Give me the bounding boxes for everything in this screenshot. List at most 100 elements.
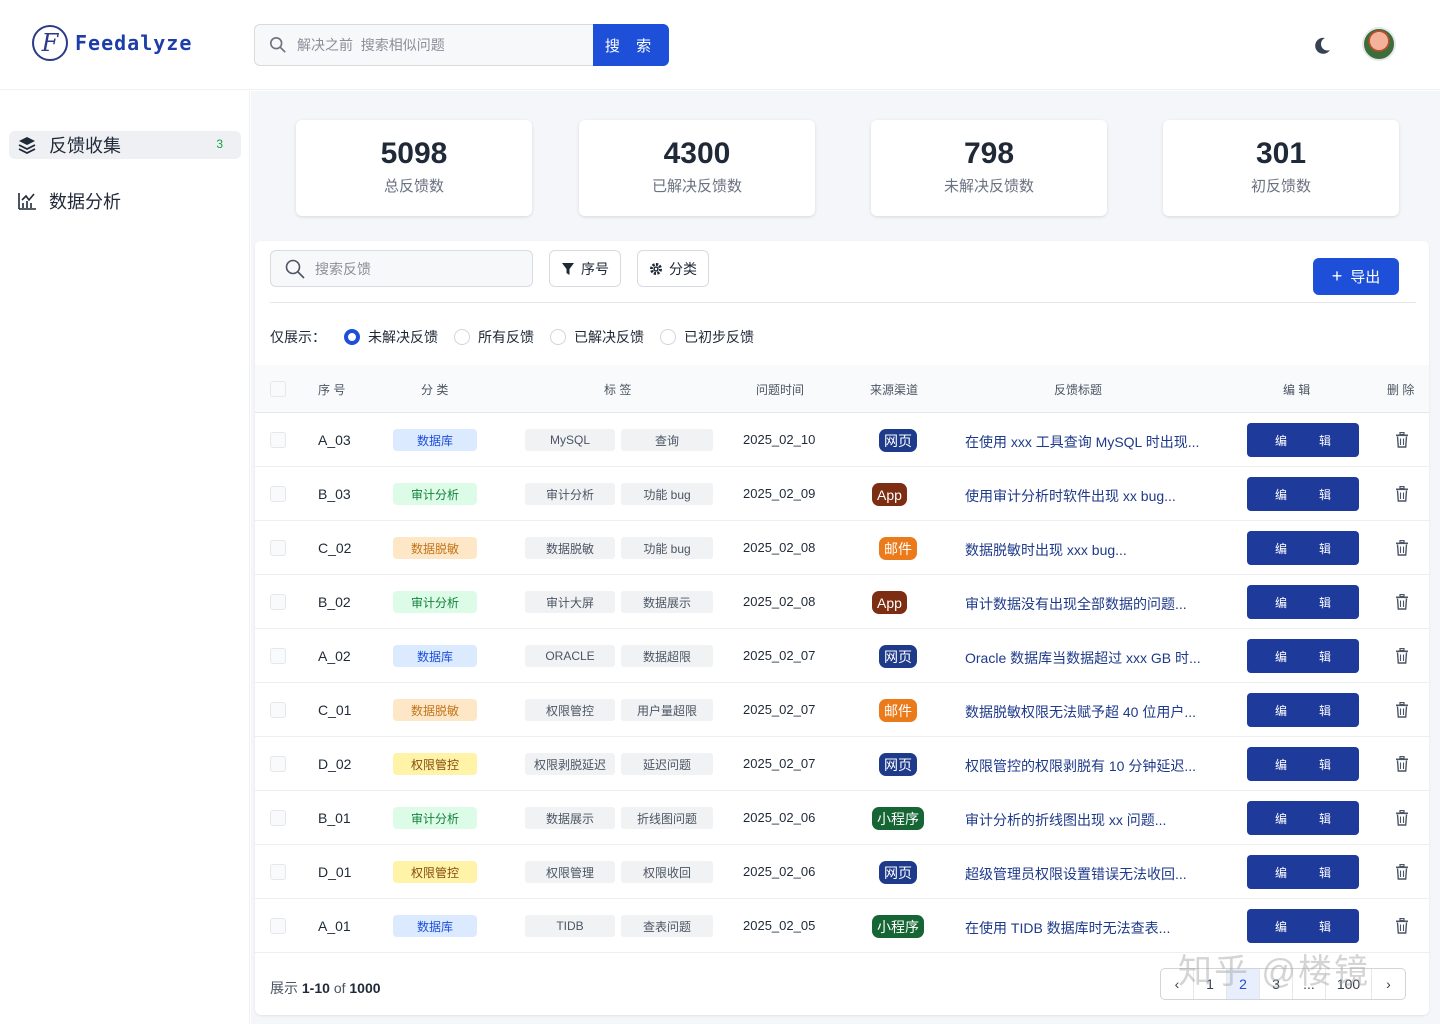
edit-button[interactable]: 编辑 (1247, 639, 1359, 673)
row-checkbox[interactable] (270, 918, 286, 934)
edit-button[interactable]: 编辑 (1247, 477, 1359, 511)
page-button[interactable]: 3 (1260, 969, 1293, 999)
app-name: Feedalyze (75, 31, 193, 55)
row-title[interactable]: 审计分析的折线图出现 xx 问题... (965, 810, 1215, 830)
moon-icon[interactable] (1312, 36, 1332, 56)
tag-chip: 权限收回 (621, 861, 713, 883)
row-title[interactable]: 权限管控的权限剥脱有 10 分钟延迟... (965, 756, 1215, 776)
trash-icon[interactable] (1395, 540, 1409, 556)
row-title[interactable]: 数据脱敏时出现 xxx bug... (965, 540, 1215, 560)
radio-resolved[interactable]: 已解决反馈 (550, 327, 644, 347)
row-checkbox[interactable] (270, 540, 286, 556)
feedback-search-input[interactable] (315, 260, 515, 277)
row-code: B_03 (318, 486, 351, 502)
radio-label: 所有反馈 (478, 329, 534, 345)
trash-icon[interactable] (1395, 702, 1409, 718)
table-row: C_02 数据脱敏 数据脱敏 功能 bug 2025_02_08 邮件 数据脱敏时出现 xx… (255, 521, 1429, 575)
global-search-input[interactable] (297, 37, 577, 53)
app-header: F Feedalyze 搜 索 (0, 0, 1440, 90)
row-title[interactable]: 使用审计分析时软件出现 xx bug... (965, 486, 1215, 506)
radio-all[interactable]: 所有反馈 (454, 327, 534, 347)
edit-button[interactable]: 编辑 (1247, 531, 1359, 565)
row-title[interactable]: 在使用 TIDB 数据库时无法查表... (965, 918, 1215, 938)
edit-button[interactable]: 编辑 (1247, 909, 1359, 943)
trash-icon[interactable] (1395, 918, 1409, 934)
edit-button[interactable]: 编辑 (1247, 801, 1359, 835)
chart-icon (17, 191, 37, 211)
row-title[interactable]: Oracle 数据库当数据超过 xxx GB 时... (965, 648, 1215, 668)
edit-button[interactable]: 编辑 (1247, 585, 1359, 619)
sidebar-item-feedback[interactable]: 反馈收集 3 (9, 131, 241, 159)
trash-icon[interactable] (1395, 486, 1409, 502)
edit-label: 编 (1274, 595, 1287, 610)
stat-value: 5098 (380, 137, 448, 170)
source-badge: 小程序 (872, 807, 924, 830)
row-checkbox[interactable] (270, 594, 286, 610)
sidebar-item-analysis[interactable]: 数据分析 (9, 187, 241, 215)
category-badge: 权限管控 (393, 753, 477, 775)
radio-label: 未解决反馈 (368, 329, 438, 345)
category-badge: 数据脱敏 (393, 699, 477, 721)
next-page-button[interactable]: › (1372, 969, 1405, 999)
row-checkbox[interactable] (270, 864, 286, 880)
row-checkbox[interactable] (270, 810, 286, 826)
edit-button[interactable]: 编辑 (1247, 747, 1359, 781)
trash-icon[interactable] (1395, 432, 1409, 448)
plus-icon: + (1331, 266, 1343, 286)
header-date: 问题时间 (756, 383, 805, 397)
page-button[interactable]: 100 (1326, 969, 1372, 999)
sort-label: 序号 (581, 260, 609, 277)
summary-of: of (333, 980, 346, 996)
row-checkbox[interactable] (270, 756, 286, 772)
radio-initial[interactable]: 已初步反馈 (660, 327, 754, 347)
edit-button[interactable]: 编辑 (1247, 855, 1359, 889)
trash-icon[interactable] (1395, 594, 1409, 610)
edit-label: 辑 (1318, 919, 1331, 934)
edit-button[interactable]: 编辑 (1247, 423, 1359, 457)
category-button[interactable]: 分类 (637, 250, 709, 287)
row-date: 2025_02_05 (743, 918, 816, 933)
status-filter: 仅展示： 未解决反馈 所有反馈 已解决反馈 已初步反馈 (270, 327, 754, 347)
row-code: D_02 (318, 756, 352, 772)
table-row: A_02 数据库 ORACLE 数据超限 2025_02_07 网页 Oracle 数据库当… (255, 629, 1429, 683)
source-badge: 网页 (879, 753, 917, 776)
stat-value: 4300 (663, 137, 731, 170)
radio-unresolved[interactable]: 未解决反馈 (344, 327, 438, 347)
edit-label: 辑 (1318, 649, 1331, 664)
stat-card-resolved: 4300 已解决反馈数 (579, 120, 815, 216)
select-all-checkbox[interactable] (270, 381, 286, 397)
trash-icon[interactable] (1395, 810, 1409, 826)
trash-icon[interactable] (1395, 864, 1409, 880)
export-button[interactable]: + 导出 (1313, 258, 1399, 295)
sort-button[interactable]: 序号 (549, 250, 621, 287)
trash-icon[interactable] (1395, 648, 1409, 664)
row-title[interactable]: 在使用 xxx 工具查询 MySQL 时出现... (965, 432, 1215, 452)
header-category: 分 类 (421, 383, 449, 397)
tag-chip: 查询 (621, 429, 713, 451)
header-title: 反馈标题 (1054, 383, 1103, 397)
tag-chip: 权限剥脱延迟 (525, 753, 615, 775)
source-badge: 小程序 (872, 915, 924, 938)
row-title[interactable]: 数据脱敏权限无法赋予超 40 位用户... (965, 702, 1215, 722)
edit-button[interactable]: 编辑 (1247, 693, 1359, 727)
filter-prefix: 仅展示： (270, 329, 326, 345)
layers-icon (17, 135, 37, 155)
row-checkbox[interactable] (270, 648, 286, 664)
user-avatar[interactable] (1362, 27, 1396, 61)
global-search-button[interactable]: 搜 索 (593, 24, 669, 66)
prev-page-button[interactable]: ‹ (1161, 969, 1194, 999)
tag-chip: 数据展示 (525, 807, 615, 829)
page-button[interactable]: 1 (1194, 969, 1227, 999)
app-logo[interactable]: F Feedalyze (32, 25, 192, 61)
trash-icon[interactable] (1395, 756, 1409, 772)
row-checkbox[interactable] (270, 432, 286, 448)
row-checkbox[interactable] (270, 486, 286, 502)
sidebar: 反馈收集 3 数据分析 (0, 91, 250, 1024)
table-row: A_03 数据库 MySQL 查询 2025_02_10 网页 在使用 xxx 工具查询 M… (255, 413, 1429, 467)
row-title[interactable]: 审计数据没有出现全部数据的问题... (965, 594, 1215, 614)
source-badge: App (872, 483, 907, 506)
page-button-current[interactable]: 2 (1227, 969, 1260, 999)
source-badge: 网页 (879, 645, 917, 668)
row-checkbox[interactable] (270, 702, 286, 718)
row-title[interactable]: 超级管理员权限设置错误无法收回... (965, 864, 1215, 884)
